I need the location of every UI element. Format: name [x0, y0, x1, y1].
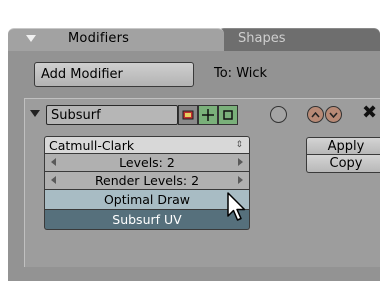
- decrement-icon[interactable]: [51, 176, 56, 184]
- render-icon-glyph: [182, 110, 194, 120]
- render-levels-field[interactable]: Render Levels: 2: [44, 172, 250, 190]
- subdivision-type-value: Catmull-Clark: [49, 137, 135, 153]
- mouse-cursor-icon: [226, 191, 248, 227]
- copy-button[interactable]: Copy: [306, 155, 380, 173]
- levels-field[interactable]: Levels: 2: [44, 154, 250, 172]
- realtime-toggle-icon[interactable]: [198, 105, 218, 125]
- collapse-arrow-icon[interactable]: [30, 110, 40, 117]
- optimal-draw-label: Optimal Draw: [103, 192, 191, 207]
- subsurf-settings: Catmull-Clark ⇕ Levels: 2 Render Levels:…: [44, 136, 250, 230]
- increment-icon[interactable]: [238, 176, 243, 184]
- target-object-label: To: Wick: [214, 66, 268, 81]
- tab-collapse-icon[interactable]: [26, 35, 36, 42]
- cage-circle-icon[interactable]: [270, 106, 287, 123]
- tab-shapes-label: Shapes: [238, 31, 286, 46]
- chevron-down-icon: [329, 112, 338, 118]
- editmode-toggle-icon[interactable]: [218, 105, 238, 125]
- modifier-actions: Apply Copy: [306, 137, 380, 173]
- optimal-draw-toggle[interactable]: Optimal Draw: [44, 190, 250, 210]
- subdivision-type-select[interactable]: Catmull-Clark ⇕: [44, 136, 250, 154]
- move-down-icon[interactable]: [325, 106, 342, 123]
- subsurf-uv-label: Subsurf UV: [112, 212, 182, 227]
- modifier-name-field[interactable]: Subsurf: [46, 105, 178, 125]
- editmode-icon-glyph: [223, 110, 233, 120]
- levels-value: Levels: 2: [119, 155, 175, 170]
- delete-icon[interactable]: ✖: [362, 102, 377, 123]
- subsurf-uv-toggle[interactable]: Subsurf UV: [44, 210, 250, 230]
- render-levels-value: Render Levels: 2: [94, 173, 200, 188]
- realtime-icon-glyph: [202, 109, 214, 121]
- render-toggle-icon[interactable]: [178, 105, 198, 125]
- select-updown-icon: ⇕: [235, 140, 243, 150]
- increment-icon[interactable]: [238, 158, 243, 166]
- decrement-icon[interactable]: [51, 158, 56, 166]
- cursor-arrow-glyph: [227, 192, 246, 221]
- tab-strip: Modifiers Shapes: [8, 28, 380, 51]
- apply-button[interactable]: Apply: [306, 137, 380, 155]
- move-up-icon[interactable]: [307, 106, 324, 123]
- tab-modifiers-label: Modifiers: [68, 31, 130, 46]
- chevron-up-icon: [311, 111, 320, 117]
- add-modifier-button[interactable]: Add Modifier: [34, 62, 194, 87]
